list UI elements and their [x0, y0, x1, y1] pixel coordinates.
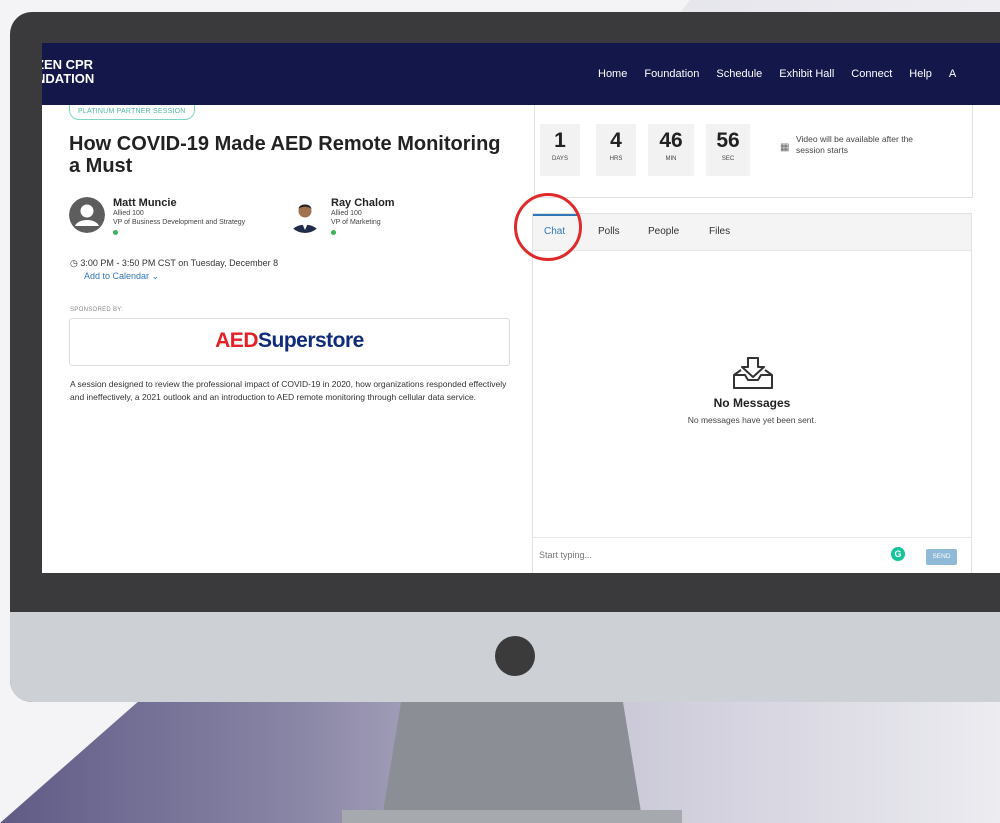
calendar-icon: ▦	[780, 142, 790, 153]
video-availability-note: Video will be available after the sessio…	[796, 134, 914, 155]
nav-account[interactable]: A	[949, 68, 956, 80]
countdown-value: 56	[716, 129, 740, 152]
inbox-download-icon	[733, 357, 773, 389]
empty-state-title: No Messages	[713, 396, 791, 410]
countdown-label: DAYS	[552, 156, 568, 162]
countdown-days: 1 DAYS	[540, 124, 580, 176]
avatar-placeholder-icon	[69, 197, 105, 233]
send-button[interactable]: SEND	[926, 549, 957, 565]
tab-people[interactable]: People	[648, 226, 679, 237]
countdown-seconds: 56 SEC	[706, 124, 750, 176]
session-time-text: 3:00 PM - 3:50 PM CST on Tuesday, Decemb…	[80, 258, 279, 268]
speaker-role: VP of Marketing	[331, 219, 381, 226]
session-time: ◷ 3:00 PM - 3:50 PM CST on Tuesday, Dece…	[70, 258, 278, 269]
countdown-value: 4	[610, 129, 622, 152]
countdown-label: HRS	[609, 156, 623, 162]
speaker-role: VP of Business Development and Strategy	[113, 219, 246, 226]
countdown-value: 46	[659, 129, 683, 152]
speaker-name: Ray Chalom	[331, 197, 395, 209]
online-status-dot	[331, 230, 336, 235]
sponsor-logo: AEDSuperstore	[70, 329, 509, 353]
logo-line-1: ZEN CPR	[42, 57, 94, 72]
logo-line-2: NDATION	[42, 71, 95, 86]
chat-input-bar: Start typing... G SEND	[533, 537, 971, 573]
tab-files[interactable]: Files	[709, 226, 730, 237]
countdown-minutes: 46 MIN	[648, 124, 694, 176]
site-logo[interactable]: ZEN CPR NDATION	[42, 58, 94, 86]
avatar	[287, 197, 323, 233]
speaker-org: Allied 100	[331, 210, 362, 217]
nav-schedule[interactable]: Schedule	[716, 68, 762, 80]
top-navbar: ZEN CPR NDATION Home Foundation Schedule…	[42, 43, 1000, 105]
sponsor-logo-part-b: Superstore	[257, 329, 364, 352]
main-nav: Home Foundation Schedule Exhibit Hall Co…	[598, 43, 973, 105]
countdown-label: MIN	[665, 156, 677, 162]
countdown-panel: 1 DAYS 4 HRS 46 MIN 56 SEC ▦ Video will …	[534, 105, 973, 198]
nav-foundation[interactable]: Foundation	[644, 68, 699, 80]
nav-connect[interactable]: Connect	[851, 68, 892, 80]
session-description: A session designed to review the profess…	[70, 379, 507, 402]
monitor-stand-base	[342, 810, 682, 823]
countdown-hours: 4 HRS	[596, 124, 636, 176]
highlight-circle	[514, 193, 582, 261]
monitor-button	[495, 636, 535, 676]
add-to-calendar-link[interactable]: Add to Calendar ⌄	[84, 271, 159, 282]
chat-panel: Chat Polls People Files No Messages No m…	[532, 213, 972, 573]
tab-polls[interactable]: Polls	[598, 226, 620, 237]
session-badge: PLATINUM PARTNER SESSION	[69, 105, 195, 120]
chat-tabs: Chat Polls People Files	[533, 214, 971, 251]
nav-exhibit-hall[interactable]: Exhibit Hall	[779, 68, 834, 80]
sponsor-logo-part-a: AED	[215, 329, 258, 352]
online-status-dot	[113, 230, 118, 235]
nav-help[interactable]: Help	[909, 68, 932, 80]
screen: ZEN CPR NDATION Home Foundation Schedule…	[42, 43, 1000, 573]
countdown-value: 1	[554, 129, 566, 152]
clock-icon: ◷	[70, 258, 78, 268]
empty-state-subtitle: No messages have yet been sent.	[687, 415, 817, 425]
speaker-name: Matt Muncie	[113, 197, 177, 209]
sponsor-banner[interactable]: AEDSuperstore	[69, 318, 510, 366]
grammarly-icon[interactable]: G	[891, 547, 905, 561]
sponsored-by-label: SPONSORED BY:	[70, 307, 124, 313]
message-input[interactable]: Start typing...	[539, 550, 592, 560]
speaker-card[interactable]: Ray Chalom Allied 100 VP of Marketing	[287, 197, 395, 235]
monitor-stand	[383, 702, 641, 812]
speaker-card[interactable]: Matt Muncie Allied 100 VP of Business De…	[69, 197, 245, 235]
session-title: How COVID-19 Made AED Remote Monitoring …	[69, 133, 501, 177]
speaker-org: Allied 100	[113, 210, 144, 217]
nav-home[interactable]: Home	[598, 68, 627, 80]
countdown-label: SEC	[721, 156, 735, 162]
